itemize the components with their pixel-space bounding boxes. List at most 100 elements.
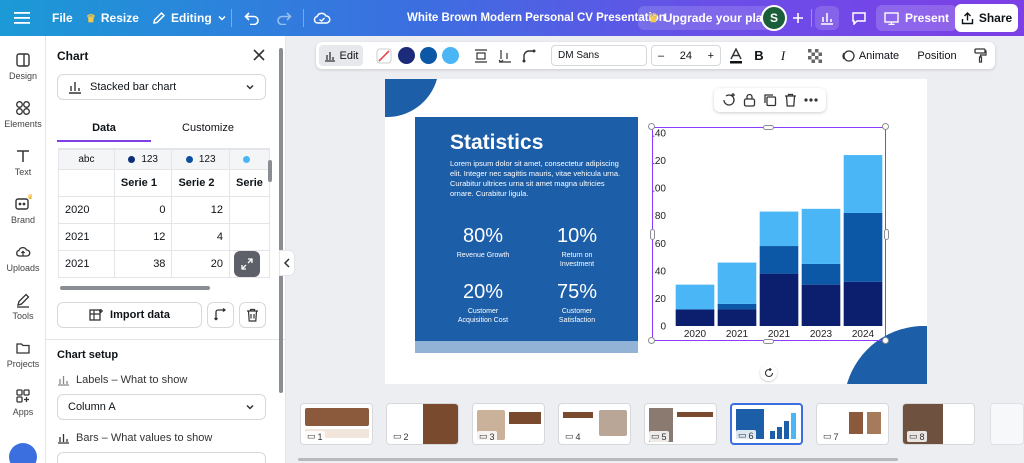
comments-button[interactable]: [847, 6, 871, 30]
plus-icon[interactable]: +: [708, 50, 714, 62]
import-data-button[interactable]: Import data: [57, 302, 202, 328]
magic-assistant-button[interactable]: [9, 443, 37, 463]
resize-button[interactable]: ♛ Resize: [86, 0, 139, 36]
page-thumbnail[interactable]: ▭ 3: [472, 403, 545, 445]
page-thumbnail-active[interactable]: ▭ 6: [730, 403, 803, 445]
type-cell[interactable]: 123: [171, 149, 230, 170]
copy-style-button[interactable]: [971, 42, 989, 69]
cloud-save-button[interactable]: [313, 0, 331, 36]
redo-button[interactable]: [276, 0, 292, 36]
panel-scrollbar[interactable]: [279, 48, 283, 393]
resize-handle[interactable]: [648, 123, 655, 130]
upgrade-plan-button[interactable]: ♛ Upgrade your plan: [638, 6, 780, 30]
transparency-button[interactable]: [806, 42, 824, 69]
rail-item-design[interactable]: Design: [0, 52, 46, 81]
font-size-stepper[interactable]: – 24 +: [651, 45, 721, 66]
rail-item-apps[interactable]: Apps: [0, 388, 46, 417]
font-family-select[interactable]: DM Sans: [551, 45, 647, 66]
bar-width-button[interactable]: [495, 42, 515, 69]
color-swatch-3[interactable]: [442, 47, 459, 64]
rail-item-brand[interactable]: ♛ Brand: [0, 194, 46, 225]
lock-icon[interactable]: [743, 93, 756, 107]
no-color-button[interactable]: [374, 42, 394, 69]
grid-cell[interactable]: 0: [113, 196, 173, 224]
bold-button[interactable]: B: [750, 42, 768, 69]
delete-button[interactable]: [239, 302, 266, 328]
grid-cell[interactable]: 12: [171, 196, 230, 224]
chart-type-select[interactable]: Stacked bar chart: [57, 74, 266, 100]
share-button[interactable]: Share: [955, 4, 1018, 32]
statistics-title[interactable]: Statistics: [450, 131, 543, 155]
present-button[interactable]: Present: [876, 5, 958, 31]
bars-select[interactable]: [57, 452, 266, 463]
type-cell[interactable]: abc: [58, 149, 115, 170]
italic-button[interactable]: I: [774, 42, 792, 69]
page-thumbnail[interactable]: ▭ 4: [558, 403, 631, 445]
grid-cell[interactable]: [229, 223, 270, 251]
page-thumbnail[interactable]: ▭ 7: [816, 403, 889, 445]
statistics-body[interactable]: Lorem ipsum dolor sit amet, consectetur …: [450, 159, 625, 199]
type-cell[interactable]: 123: [113, 149, 173, 170]
stat-roi[interactable]: 10% Return on Investment: [532, 225, 622, 269]
grid-cell[interactable]: 38: [113, 250, 173, 278]
more-icon[interactable]: [804, 98, 818, 102]
edit-chart-button[interactable]: Edit: [319, 45, 363, 66]
position-button[interactable]: Position: [912, 42, 962, 69]
resize-handle[interactable]: [763, 125, 774, 130]
resize-handle[interactable]: [650, 229, 655, 240]
stat-revenue-growth[interactable]: 80% Revenue Growth: [438, 225, 528, 260]
spacing-button[interactable]: [471, 42, 491, 69]
filmstrip-scrollbar[interactable]: [298, 458, 898, 461]
menu-button[interactable]: [14, 0, 30, 36]
grid-cell[interactable]: 20: [171, 250, 230, 278]
grid-cell[interactable]: 4: [171, 223, 230, 251]
document-title[interactable]: White Brown Modern Personal CV Presentat…: [407, 0, 666, 36]
resize-handle[interactable]: [648, 337, 655, 344]
add-comment-icon[interactable]: [722, 93, 736, 107]
transpose-button[interactable]: [207, 302, 234, 328]
trash-icon[interactable]: [784, 93, 797, 107]
grid-cell[interactable]: Serie 1: [113, 169, 173, 197]
tab-customize[interactable]: Customize: [161, 116, 255, 142]
insights-button[interactable]: [815, 6, 839, 30]
grid-vertical-scrollbar[interactable]: [268, 160, 272, 182]
rail-item-uploads[interactable]: Uploads: [0, 244, 46, 273]
grid-cell[interactable]: [58, 169, 115, 197]
grid-cell[interactable]: 2021: [58, 250, 115, 278]
rail-item-tools[interactable]: Tools: [0, 292, 46, 321]
stat-acquisition-cost[interactable]: 20% Customer Acquisition Cost: [438, 281, 528, 325]
editing-mode-button[interactable]: Editing: [152, 0, 227, 36]
rotate-handle[interactable]: [760, 364, 777, 381]
type-cell[interactable]: [229, 149, 270, 170]
rail-item-text[interactable]: Text: [0, 148, 46, 177]
labels-select[interactable]: Column A: [57, 394, 266, 420]
rail-item-elements[interactable]: Elements: [0, 100, 46, 129]
text-color-button[interactable]: [726, 42, 746, 69]
statistics-card[interactable]: Statistics Lorem ipsum dolor sit amet, c…: [415, 117, 638, 353]
page-thumbnail[interactable]: ▭ 8: [902, 403, 975, 445]
page-thumbnail[interactable]: ▭ 1: [300, 403, 373, 445]
font-size-value[interactable]: 24: [680, 50, 692, 62]
page-thumbnail[interactable]: ▭ 5: [644, 403, 717, 445]
avatar[interactable]: S: [761, 5, 787, 31]
grid-cell[interactable]: Serie 2: [171, 169, 230, 197]
grid-cell[interactable]: [229, 196, 270, 224]
tab-data[interactable]: Data: [57, 116, 151, 142]
duplicate-icon[interactable]: [763, 93, 777, 107]
corner-style-button[interactable]: [519, 42, 539, 69]
collapse-panel-button[interactable]: [279, 250, 295, 276]
grid-horizontal-scrollbar[interactable]: [60, 286, 210, 290]
rail-item-projects[interactable]: Projects: [0, 340, 46, 369]
add-collaborator-button[interactable]: [786, 6, 810, 30]
expand-table-button[interactable]: [234, 251, 260, 277]
color-swatch-1[interactable]: [398, 47, 415, 64]
page-thumbnail[interactable]: ▭ 2: [386, 403, 459, 445]
stat-satisfaction[interactable]: 75% Customer Satisfaction: [532, 281, 622, 325]
animate-button[interactable]: Animate: [836, 42, 904, 69]
minus-icon[interactable]: –: [658, 50, 664, 62]
color-swatch-2[interactable]: [420, 47, 437, 64]
resize-handle[interactable]: [884, 229, 889, 240]
page-thumbnail[interactable]: [990, 403, 1024, 445]
grid-cell[interactable]: 2020: [58, 196, 115, 224]
grid-cell[interactable]: 2021: [58, 223, 115, 251]
